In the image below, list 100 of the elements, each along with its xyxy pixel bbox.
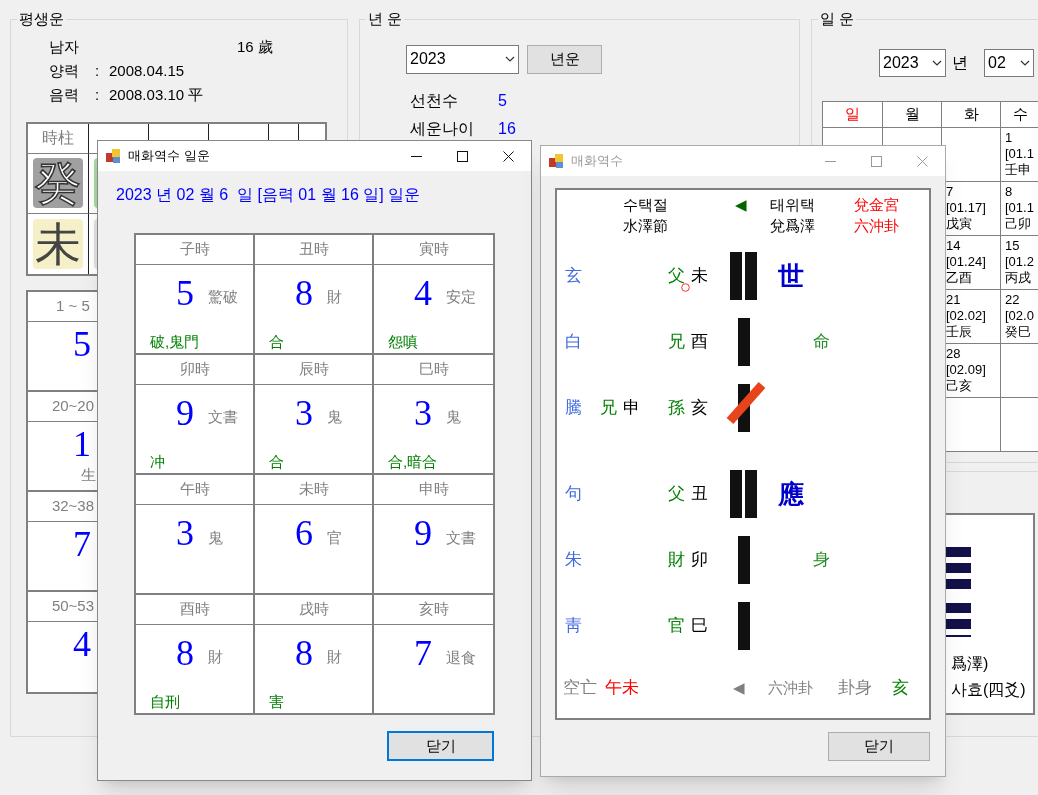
day-number: 7 (946, 183, 955, 200)
lunar-date: [01.1 (1005, 199, 1035, 216)
ganji-text: 乙酉 (946, 269, 973, 286)
app-icon (106, 149, 120, 163)
branch-text: 申 (623, 397, 640, 420)
relation-text: 父 (668, 483, 685, 506)
minimize-icon (824, 160, 836, 162)
close-icon (502, 150, 514, 162)
number-text: 7 (73, 522, 91, 566)
field-label: 세운나이 (410, 118, 475, 139)
date-value: 2008.03.10 平 (109, 84, 204, 105)
number-text: 9 (414, 513, 432, 553)
hour-name: 亥時 (418, 599, 449, 620)
number-text: 3 (295, 392, 313, 433)
weekday-header: 수 (1013, 103, 1028, 124)
number-text: 8 (295, 632, 313, 673)
dropdown-field[interactable]: 2023 (406, 44, 519, 74)
number-text: 4 (73, 622, 91, 666)
ganji-text: 丙戌 (1005, 269, 1032, 286)
number-text: 6 (295, 513, 313, 553)
dropdown-field[interactable]: 02 (984, 48, 1034, 77)
note-text: 破,鬼門 (149, 331, 200, 352)
word-text: 安定 (446, 287, 476, 307)
hour-name: 戌時 (298, 599, 329, 620)
weekday-header: 일 (845, 103, 860, 124)
hour-name: 丑時 (298, 239, 329, 260)
relation-text: 兄 (600, 397, 617, 420)
hexagram-name: 태위택 (770, 195, 816, 215)
close-dialog-button[interactable]: 닫기 (387, 731, 494, 761)
colon-text: : (95, 60, 101, 81)
close-dialog-button[interactable]: 닫기 (828, 732, 930, 761)
lunar-date: [02.0 (1005, 307, 1035, 324)
hexagram-name: 水澤節 (623, 216, 669, 236)
day-number: 14 (946, 237, 962, 254)
relation-text: 財 (668, 549, 685, 572)
note-text: 自刑 (149, 691, 180, 712)
branch-text: 亥 (691, 397, 708, 420)
age-range: 20~20 (51, 395, 95, 416)
lunar-date: [01.2 (1005, 253, 1035, 270)
hour-name: 申時 (418, 479, 449, 500)
hour-name: 未時 (298, 479, 329, 500)
word-text: 財 (327, 647, 342, 667)
close-icon (916, 155, 928, 167)
hexagram-type: 六沖卦 (854, 216, 899, 236)
hexagram-note: 爲澤) (951, 653, 990, 674)
relation-text: 孫 (668, 397, 685, 420)
gender-label: 남자 (49, 36, 80, 57)
hour-name: 寅時 (418, 239, 449, 260)
word-text: 官 (327, 527, 342, 548)
field-value: 16 (498, 118, 516, 139)
note-text: 怨嗔 (387, 331, 418, 352)
field-value: 5 (498, 90, 507, 111)
body-label: 卦身 (838, 677, 873, 699)
lunar-date: [01.17] (946, 199, 987, 216)
seat-mark: 世 (778, 260, 804, 291)
day-number: 8 (1005, 183, 1014, 200)
number-text: 3 (176, 513, 194, 553)
ganji-text: 己亥 (946, 377, 973, 394)
relation-text: 官 (668, 615, 685, 638)
note-text: 合 (268, 331, 284, 352)
ganji-text: 戊寅 (946, 215, 973, 232)
ganji-text: 癸巳 (1005, 323, 1032, 340)
date-heading: 2023 년 02 월 6 일 [음력 01 월 16 일] 일운 (115, 185, 422, 205)
day-number: 28 (946, 345, 962, 362)
hexagram-name: 수택절 (623, 195, 669, 215)
hour-name: 卯時 (179, 359, 210, 380)
body-mark: 命 (813, 332, 830, 352)
number-text: 7 (414, 633, 432, 673)
relation-text: 父 (668, 265, 685, 288)
body-text: 亥 (892, 677, 909, 699)
dropdown-value: 2023 (883, 52, 919, 73)
dropdown-field[interactable]: 2023 (879, 48, 946, 77)
note-text: 冲 (149, 451, 165, 472)
void-text: 午未 (605, 677, 640, 699)
dropdown-value: 2023 (410, 49, 446, 69)
body-mark: 身 (813, 550, 830, 570)
spirit-text: 朱 (565, 549, 583, 572)
palace-text: 兌金宮 (854, 195, 899, 215)
number-text: 3 (414, 392, 432, 433)
number-text: 1 (73, 422, 91, 466)
chevron-down-icon (932, 59, 942, 66)
weekday-header: 월 (904, 103, 920, 124)
minimize-icon (410, 155, 422, 157)
chevron-down-icon (1020, 59, 1030, 66)
seat-mark: 應 (778, 478, 804, 509)
word-text: 鬼 (446, 407, 461, 427)
spirit-text: 白 (565, 331, 583, 354)
character-tile: 癸 (33, 158, 83, 208)
word-text: 退食 (446, 647, 476, 668)
lunar-date: [02.02] (946, 307, 987, 324)
date-label: 음력 (49, 84, 80, 105)
number-text: 5 (176, 272, 194, 313)
lunar-date: [01.24] (946, 253, 987, 270)
character-tile: 未 (33, 218, 83, 269)
word-text: 財 (208, 647, 223, 667)
branch-text: 卯 (691, 549, 708, 572)
lunar-date: [01.1 (1005, 145, 1035, 162)
year-fortune-button[interactable]: 년운 (527, 44, 602, 74)
number-text: 5 (73, 322, 91, 366)
word-text: 驚破 (208, 287, 238, 307)
